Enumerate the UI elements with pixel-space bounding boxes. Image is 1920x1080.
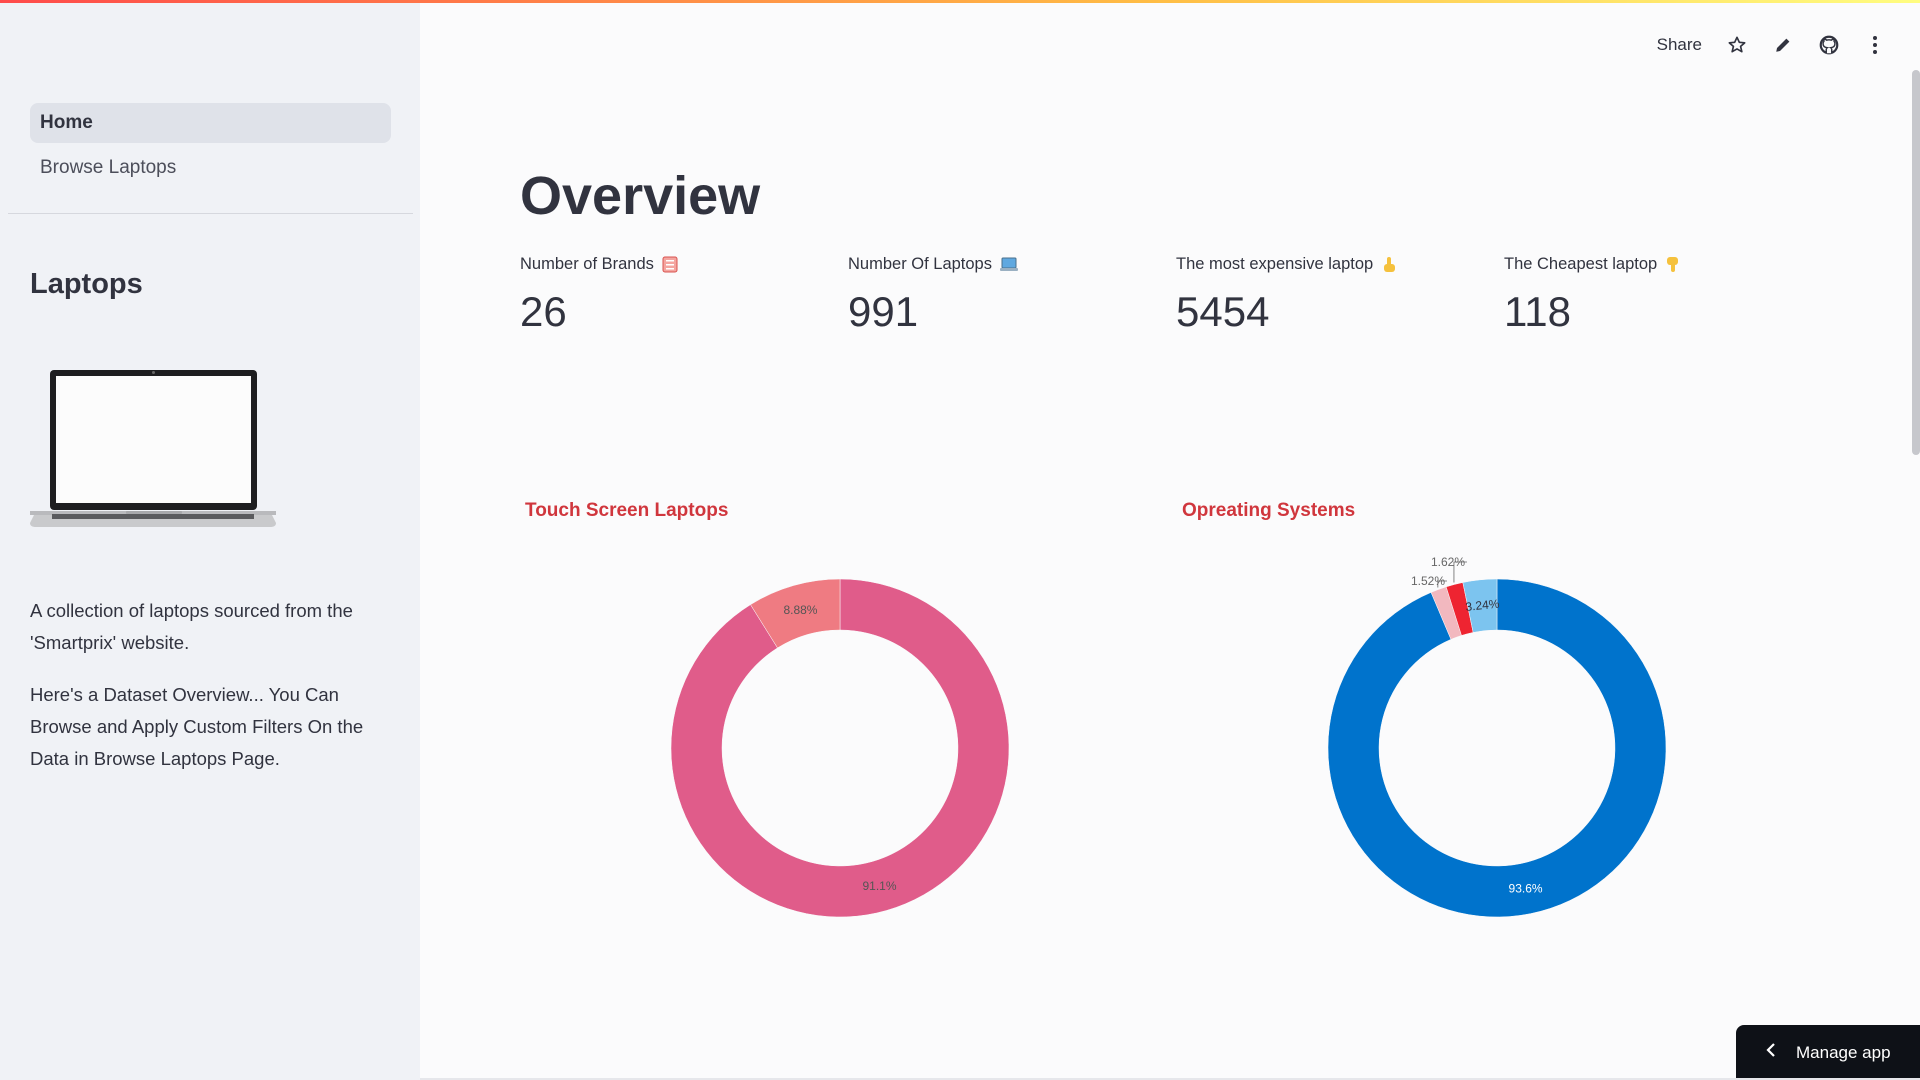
slice-label: 8.88% bbox=[783, 603, 817, 617]
more-vertical-icon[interactable] bbox=[1864, 34, 1886, 56]
scrollbar[interactable] bbox=[1912, 70, 1920, 455]
metric-value: 26 bbox=[520, 288, 567, 335]
manage-app-label: Manage app bbox=[1796, 1042, 1891, 1062]
manage-app-button[interactable]: Manage app bbox=[1736, 1025, 1920, 1080]
slice-label: 91.1% bbox=[863, 879, 897, 893]
metric-most-expensive: The most expensive laptop 5454 bbox=[1176, 255, 1476, 336]
share-button[interactable]: Share bbox=[1657, 35, 1702, 55]
sidebar-heading: Laptops bbox=[30, 268, 143, 300]
metric-cheapest: The Cheapest laptop 118 bbox=[1504, 255, 1804, 336]
slice-label: 1.52% bbox=[1411, 574, 1445, 588]
sidebar-item-label: Browse Laptops bbox=[40, 157, 177, 178]
operating-systems-donut-chart: 93.6%1.52%1.62%3.24% bbox=[1327, 555, 1667, 918]
chevron-left-icon bbox=[1766, 1042, 1776, 1063]
metric-value: 5454 bbox=[1176, 288, 1270, 335]
sidebar-divider bbox=[8, 213, 413, 214]
hand-down-emoji-icon bbox=[1665, 256, 1681, 273]
github-icon[interactable] bbox=[1818, 34, 1840, 56]
top-decoration-bar bbox=[0, 0, 1920, 3]
metric-label: Number of Brands bbox=[520, 255, 654, 273]
page-title: Overview bbox=[520, 166, 761, 226]
sidebar: Home Browse Laptops Laptops A collection… bbox=[0, 0, 420, 1080]
header-toolbar: Share bbox=[1657, 30, 1886, 60]
sidebar-dataset-note: Here's a Dataset Overview... You Can Bro… bbox=[30, 684, 364, 769]
slice-label: 93.6% bbox=[1509, 882, 1543, 896]
metric-label: Number Of Laptops bbox=[848, 255, 992, 273]
laptop-emoji-icon bbox=[1000, 256, 1018, 273]
laptop-image bbox=[30, 360, 280, 540]
chart-title-operating-systems: Opreating Systems bbox=[1182, 500, 1356, 521]
sidebar-description: A collection of laptops sourced from the… bbox=[30, 600, 353, 653]
metric-value: 118 bbox=[1504, 288, 1571, 335]
touch-screen-donut-chart: 91.1% 8.88% bbox=[670, 578, 1010, 918]
sidebar-item-home[interactable]: Home bbox=[30, 103, 391, 143]
metric-laptops: Number Of Laptops 991 bbox=[848, 255, 1148, 336]
ledger-emoji-icon bbox=[662, 256, 678, 273]
metric-brands: Number of Brands 26 bbox=[520, 255, 820, 336]
star-icon[interactable] bbox=[1726, 34, 1748, 56]
chart-title-touch-screen: Touch Screen Laptops bbox=[525, 500, 729, 521]
metric-label: The Cheapest laptop bbox=[1504, 255, 1658, 273]
sidebar-item-label: Home bbox=[40, 112, 93, 133]
metric-value: 991 bbox=[848, 288, 919, 335]
hand-up-emoji-icon bbox=[1381, 256, 1397, 273]
metric-label: The most expensive laptop bbox=[1176, 255, 1374, 273]
pencil-icon[interactable] bbox=[1772, 34, 1794, 56]
slice-label: 1.62% bbox=[1431, 555, 1465, 569]
sidebar-item-browse-laptops[interactable]: Browse Laptops bbox=[30, 148, 391, 188]
sidebar-nav: Home Browse Laptops bbox=[30, 103, 391, 193]
